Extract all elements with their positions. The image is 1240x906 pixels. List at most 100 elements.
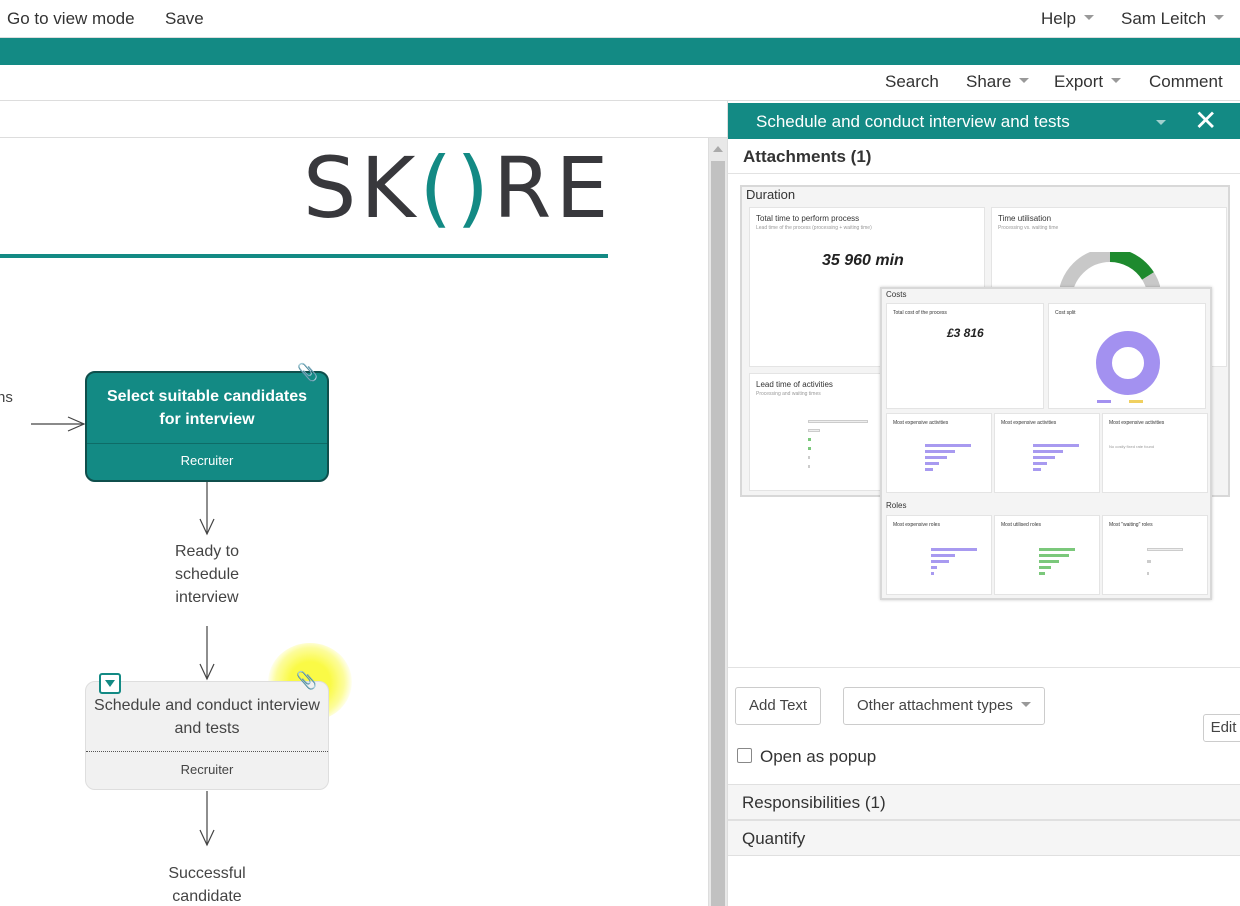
go-to-view-mode-button[interactable]: Go to view mode [7,9,135,29]
card-subtitle: Processing vs. waiting time [998,225,1059,231]
chart-bar [808,447,811,450]
card-title: Total time to perform process [756,214,860,223]
quantify-section[interactable]: Quantify [728,820,1240,856]
activity-divider [87,443,327,444]
chart-bar [931,548,977,551]
chevron-down-icon [1083,15,1094,21]
total-cost-value: £3 816 [947,326,984,340]
chart-bar [1033,450,1063,453]
card-subtitle: Processing and waiting times [756,391,821,397]
waiting-roles-card: Most "waiting" roles [1102,515,1208,595]
add-text-button[interactable]: Add Text [735,687,822,725]
chart-bar [808,465,810,468]
activity-role: Recruiter [180,762,234,777]
paperclip-icon[interactable]: 📎 [297,363,318,383]
activity-details-panel: Schedule and conduct interview and tests… [727,101,1240,906]
chart-bar [1033,456,1055,459]
attachments-header[interactable]: Attachments (1) [728,139,1240,174]
activity-schedule-interview[interactable]: Schedule and conduct interview and tests… [85,681,329,790]
user-name: Sam Leitch [1121,9,1207,28]
card-title: Total cost of the process [893,310,947,316]
duration-title: Duration [746,187,796,202]
other-attachment-types-dropdown[interactable]: Other attachment types [843,687,1045,725]
scroll-up-icon[interactable] [713,146,723,152]
process-map-canvas[interactable]: SK()RE ns Select suitable candidates for… [0,138,708,906]
action-bar: Search Share Export Comment [0,65,1240,101]
chevron-down-icon [1020,701,1031,707]
chart-bar [925,462,939,465]
chart-bar [808,438,811,441]
chart-bar [1039,566,1051,569]
card-title: Time utilisation [998,214,1052,223]
open-as-popup-checkbox[interactable] [737,748,752,764]
user-menu[interactable]: Sam Leitch [1121,9,1225,29]
utilised-roles-card: Most utilised roles [994,515,1100,595]
card-title: Most expensive roles [893,522,940,528]
chart-bar [925,456,947,459]
comment-button[interactable]: Comment [1149,72,1223,92]
chart-bar [808,429,820,432]
chart-bar [931,554,955,557]
export-menu[interactable]: Export [1054,72,1122,92]
responsibilities-section[interactable]: Responsibilities (1) [728,784,1240,820]
card-title: Lead time of activities [756,380,833,389]
card-title: Most "waiting" roles [1109,522,1153,528]
drilldown-icon[interactable] [99,673,121,694]
search-button[interactable]: Search [885,72,939,92]
legend-swatch [1097,400,1111,403]
save-button[interactable]: Save [165,9,204,29]
chart-bar [1039,548,1075,551]
chart-bar [925,468,933,471]
edit-attachment-button[interactable]: Edit [1203,714,1240,742]
help-menu[interactable]: Help [1041,9,1094,29]
card-title: Cost split [1055,310,1076,316]
activity-select-candidates[interactable]: Select suitable candidates for interview… [85,371,329,482]
open-as-popup-label: Open as popup [760,747,877,766]
card-title: Most expensive activities [893,420,949,426]
expensive-activities-card-2: Most expensive activities [994,413,1100,493]
dashboard-image-costs: Costs Total cost of the process £3 816 C… [880,287,1212,600]
activity-divider [86,751,328,752]
roles-title: Roles [886,501,907,510]
chart-bar [808,456,810,459]
outcome-ready-to-schedule[interactable]: Ready to schedule interview [157,540,257,609]
paperclip-icon[interactable]: 📎 [296,671,317,691]
total-cost-card: Total cost of the process £3 816 [886,303,1044,409]
card-title: Most utilised roles [1001,522,1042,528]
outcome-successful-candidate[interactable]: Successful candidate [157,862,257,906]
canvas-scrollbar[interactable] [708,138,727,906]
divider [728,667,1240,668]
chart-bar [1039,560,1059,563]
card-title: Most expensive activities [1001,420,1057,426]
expensive-activities-card-1: Most expensive activities [886,413,992,493]
share-menu[interactable]: Share [966,72,1030,92]
chevron-down-icon[interactable] [1156,120,1166,125]
other-types-label: Other attachment types [857,697,1013,714]
chart-bar [808,420,868,423]
chart-bar [1033,468,1041,471]
chart-bar [1147,560,1151,563]
attachment-thumbnail[interactable]: Duration Total time to perform process L… [740,185,1240,742]
card-subtitle: Lead time of the process (processing + w… [756,225,872,231]
chart-bar [931,572,934,575]
panel-header: Schedule and conduct interview and tests… [728,103,1240,139]
open-as-popup-option[interactable]: Open as popup [737,747,876,767]
legend-swatch [1129,400,1143,403]
export-label: Export [1054,72,1104,91]
chart-bar [925,444,971,447]
chevron-down-icon [1019,78,1030,84]
card-note: No costly fixed rate found [1109,444,1155,449]
close-icon[interactable]: ✕ [1194,105,1217,137]
panel-title: Schedule and conduct interview and tests [756,112,1070,131]
chart-bar [1033,444,1079,447]
activity-title: Schedule and conduct interview and tests [94,697,320,737]
chart-bar [1039,554,1069,557]
scroll-thumb[interactable] [711,161,725,906]
share-label: Share [966,72,1012,91]
total-time-value: 35 960 min [822,252,904,269]
chart-bar [931,566,937,569]
card-title: Most expensive activities [1109,420,1165,426]
chart-bar [1033,462,1047,465]
chevron-down-icon [1111,78,1122,84]
cost-split-card: Cost split [1048,303,1206,409]
